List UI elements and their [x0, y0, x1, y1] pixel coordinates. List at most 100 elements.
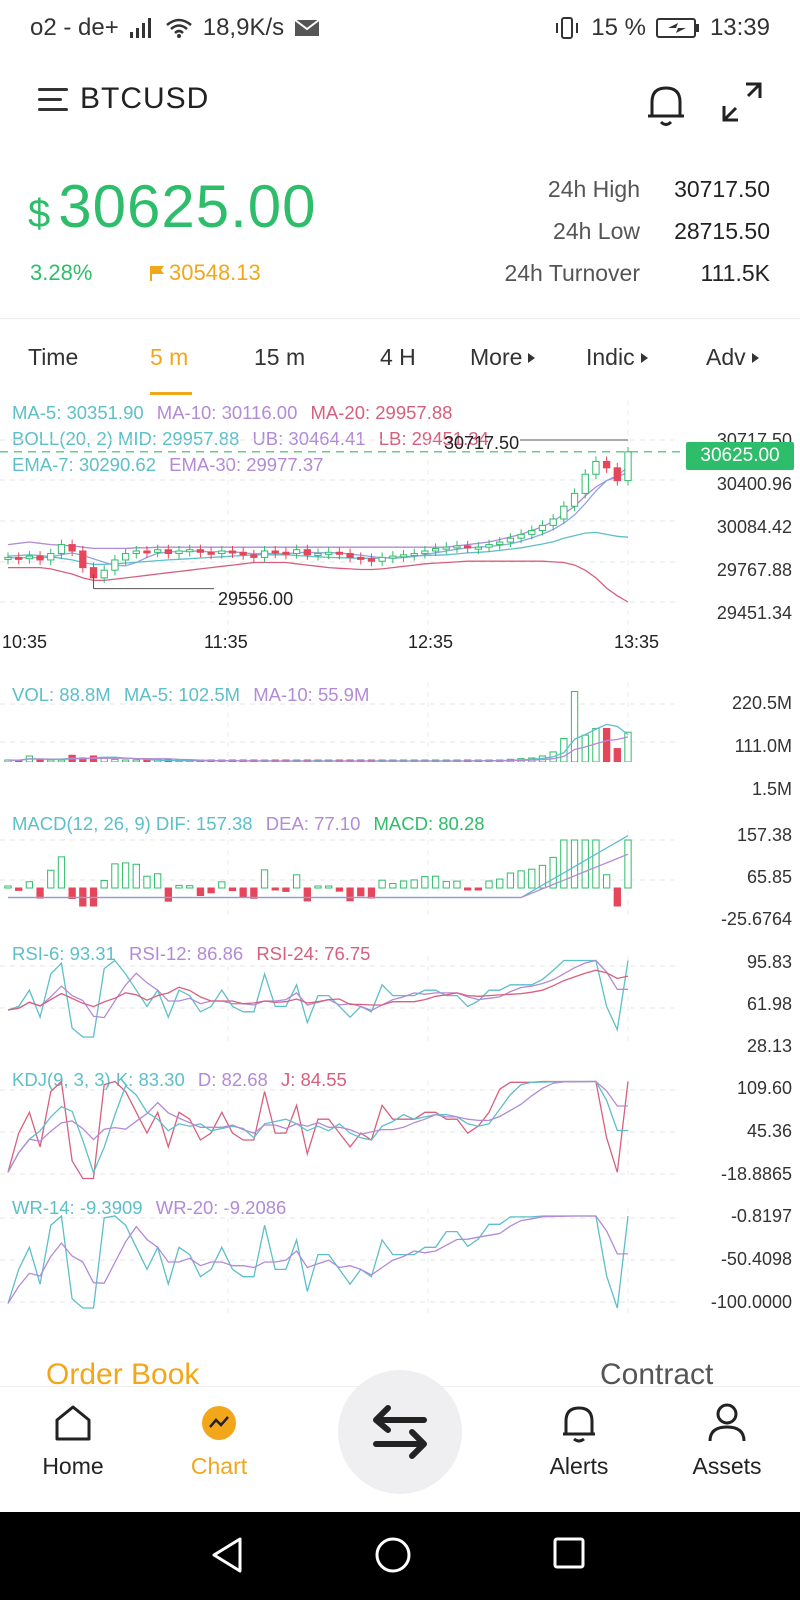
macd-bar: [164, 887, 172, 902]
candle: [100, 569, 108, 579]
volume-bar: [57, 759, 66, 762]
currency-symbol: $: [28, 192, 51, 236]
y-tick: -25.6764: [720, 909, 792, 929]
recents-icon[interactable]: [552, 1536, 586, 1575]
y-tick: 65.85: [746, 867, 792, 887]
tab-indicators[interactable]: Indic: [586, 344, 648, 371]
system-nav-bar: [0, 1512, 800, 1600]
y-tick: -0.8197: [730, 1206, 792, 1226]
home-icon: [18, 1397, 128, 1449]
tab-more[interactable]: More: [470, 344, 536, 371]
tab-time[interactable]: Time: [28, 344, 78, 371]
signal-icon: [129, 17, 155, 39]
candle: [47, 553, 55, 561]
back-icon[interactable]: [210, 1536, 244, 1579]
tab-15m[interactable]: 15 m: [254, 344, 305, 371]
macd-bar: [25, 881, 34, 889]
volume-bar: [624, 731, 632, 762]
candle: [282, 551, 290, 555]
wr14-line: [7, 1214, 629, 1309]
boll-lb-line: [8, 560, 629, 603]
candle: [570, 492, 579, 507]
tab-advanced[interactable]: Adv: [706, 344, 759, 371]
candle: [624, 451, 632, 482]
stat-24h-high: 24h High 30717.50: [547, 175, 770, 202]
macd-bar: [389, 882, 397, 889]
home-nav-icon[interactable]: [374, 1536, 412, 1579]
nav-alerts[interactable]: Alerts: [524, 1397, 634, 1480]
flag-icon: [150, 266, 164, 281]
macd-bar: [399, 880, 408, 889]
candle: [314, 553, 322, 557]
macd-bar: [15, 887, 23, 891]
nav-chart[interactable]: Chart: [164, 1397, 274, 1480]
price-chart[interactable]: [0, 400, 800, 640]
rsi-chart: [0, 956, 680, 1046]
candle: [325, 551, 333, 555]
macd-bar: [453, 880, 461, 889]
macd-bar: [282, 887, 290, 892]
macd-bar: [592, 839, 600, 889]
candle: [442, 546, 450, 550]
macd-bar: [121, 862, 130, 889]
price-summary: $ 30625.00 3.28% 30548.13 24h High 30717…: [0, 160, 800, 310]
candle: [517, 533, 525, 539]
candle: [111, 559, 119, 571]
volume-bar: [602, 727, 611, 762]
y-tick: 157.38: [736, 825, 792, 845]
candle: [260, 550, 269, 558]
symbol-title[interactable]: BTCUSD: [80, 82, 209, 116]
nav-home[interactable]: Home: [18, 1397, 128, 1480]
y-tick: 95.83: [746, 952, 792, 972]
y-tick: 109.60: [736, 1078, 792, 1098]
macd-bar: [624, 839, 632, 889]
candle: [453, 545, 461, 549]
macd-bar: [602, 874, 611, 889]
24h-stats: 24h High 30717.50 24h Low 28715.50 24h T…: [440, 168, 770, 294]
candle: [143, 550, 151, 554]
volume-bar: [143, 759, 151, 762]
low-marker-label: 29556.00: [218, 589, 294, 609]
candle: [207, 551, 215, 555]
candle: [36, 555, 44, 561]
macd-bar: [196, 887, 205, 897]
bell-icon[interactable]: [644, 80, 688, 128]
tab-5m[interactable]: 5 m: [150, 344, 188, 371]
expand-icon[interactable]: [722, 82, 762, 122]
battery-icon: [655, 17, 700, 39]
user-icon: [672, 1397, 782, 1449]
macd-chart: [0, 830, 680, 920]
network-speed: 18,9K/s: [202, 14, 285, 41]
time-tick: 11:35: [204, 632, 248, 652]
caret-right-icon: [528, 352, 536, 363]
tab-4h[interactable]: 4 H: [380, 344, 416, 371]
candle: [389, 555, 397, 559]
battery-percent: 15 %: [591, 14, 646, 41]
macd-bar: [581, 839, 589, 889]
candle: [602, 460, 611, 469]
trade-swap-button[interactable]: [338, 1370, 462, 1494]
macd-bar: [175, 884, 183, 889]
candle: [239, 551, 247, 556]
candle: [474, 546, 482, 550]
candle: [250, 554, 258, 558]
volume-bar: [36, 758, 44, 762]
stat-24h-low: 24h Low 28715.50: [553, 217, 770, 244]
nav-assets[interactable]: Assets: [672, 1397, 782, 1480]
candle: [15, 556, 23, 560]
carrier-label: o2 - de+: [30, 14, 119, 41]
high-marker-label: 30717.50: [444, 433, 520, 453]
volume-bar: [581, 734, 589, 762]
last-price-tag: 30625.00: [686, 442, 794, 470]
y-tick: 30084.42: [716, 517, 792, 537]
last-price: $ 30625.00: [28, 172, 317, 241]
macd-bar: [528, 868, 536, 889]
candle: [528, 530, 536, 535]
candle: [421, 550, 429, 555]
change-percent: 3.28%: [30, 260, 93, 285]
candle: [218, 550, 226, 555]
time-tick: 12:35: [408, 632, 454, 652]
menu-icon[interactable]: [38, 88, 68, 114]
y-tick: -100.0000: [710, 1292, 792, 1312]
y-tick: 45.36: [746, 1121, 792, 1141]
